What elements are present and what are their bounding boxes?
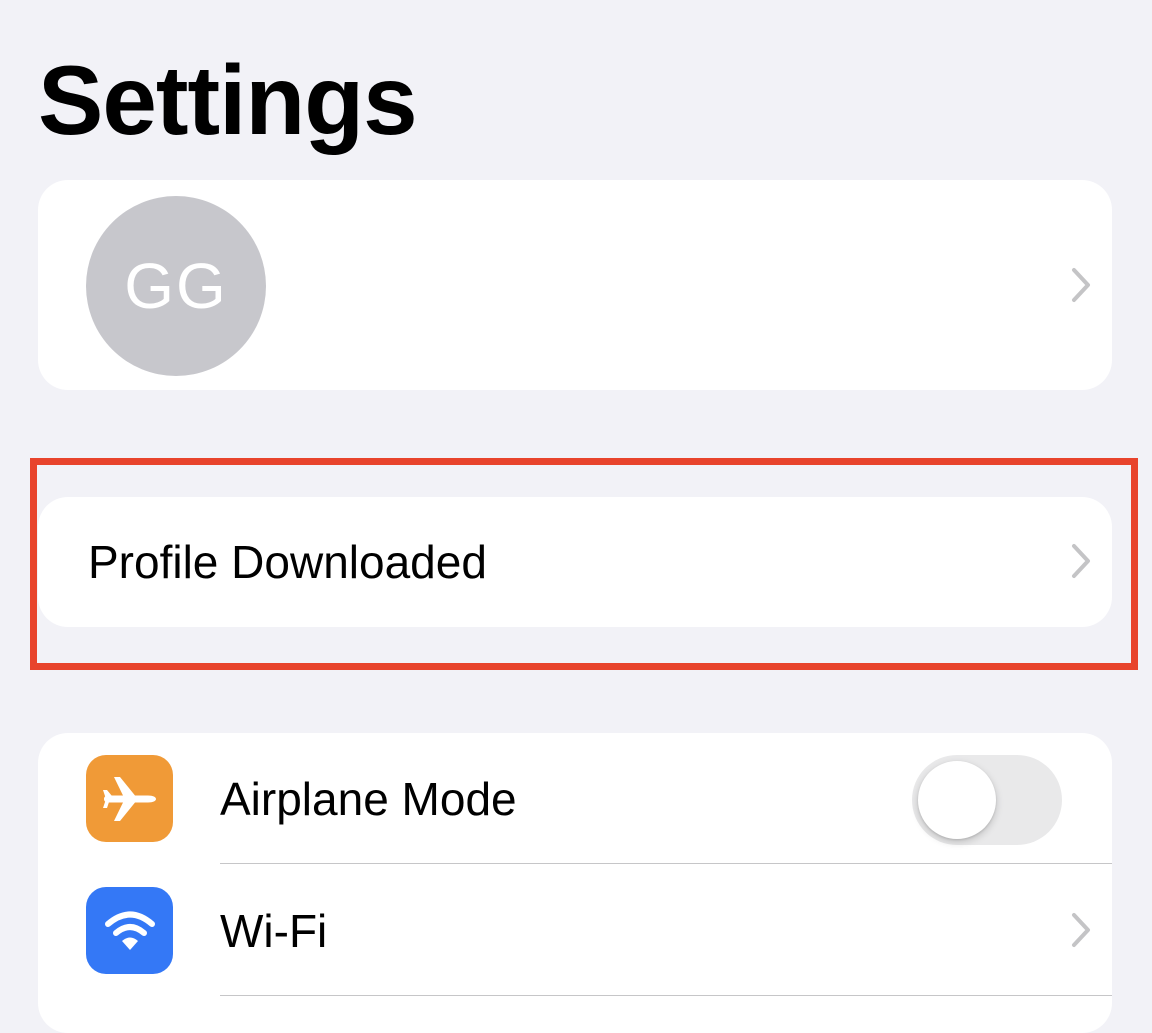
avatar: GG — [86, 196, 266, 376]
avatar-initials: GG — [124, 250, 228, 322]
wifi-label: Wi-Fi — [220, 905, 328, 957]
chevron-right-icon — [1072, 268, 1090, 302]
settings-row-wifi[interactable]: Wi-Fi — [38, 863, 1112, 993]
page-title: Settings — [38, 45, 418, 155]
wifi-icon — [86, 887, 173, 974]
airplane-mode-label: Airplane Mode — [220, 773, 517, 825]
profile-downloaded-row[interactable]: Profile Downloaded — [38, 497, 1112, 627]
toggle-knob — [918, 761, 996, 839]
settings-group: Airplane Mode Wi-Fi — [38, 733, 1112, 1033]
apple-id-profile-card[interactable]: GG — [38, 180, 1112, 390]
chevron-right-icon — [1072, 544, 1090, 578]
profile-downloaded-label: Profile Downloaded — [88, 536, 487, 588]
row-divider — [220, 995, 1112, 996]
airplane-icon — [86, 755, 173, 842]
settings-row-airplane-mode[interactable]: Airplane Mode — [38, 733, 1112, 863]
airplane-mode-toggle[interactable] — [912, 755, 1062, 845]
chevron-right-icon — [1072, 913, 1090, 947]
